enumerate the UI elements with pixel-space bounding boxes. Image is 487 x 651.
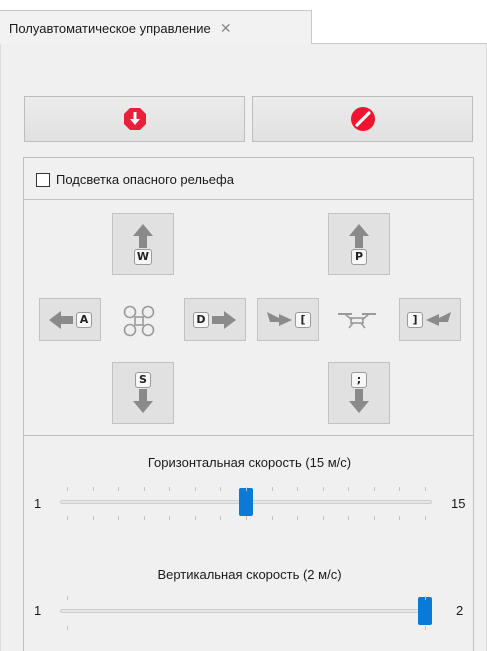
arrow-up-icon	[133, 224, 153, 248]
slider-tick	[118, 516, 119, 520]
key-p-label: P	[351, 249, 367, 265]
drone-side-icon	[338, 313, 376, 329]
slider-tick	[169, 487, 170, 491]
slider-tick	[348, 516, 349, 520]
rotate-right-button[interactable]: ]	[399, 298, 461, 341]
move-left-button[interactable]: A	[39, 298, 101, 341]
slider-tick	[374, 487, 375, 491]
slider-tick	[169, 516, 170, 520]
slider-tick	[195, 487, 196, 491]
terrain-highlight-label: Подсветка опасного рельефа	[56, 172, 234, 187]
key-s-label: S	[135, 372, 151, 388]
slider-tick	[425, 596, 426, 600]
descend-button[interactable]: ;	[328, 362, 390, 424]
move-back-button[interactable]: S	[112, 362, 174, 424]
slider-tick	[399, 487, 400, 491]
slider-tick	[246, 487, 247, 491]
slider-tick	[425, 516, 426, 520]
vertical-speed-max: 2	[456, 603, 464, 618]
horizontal-speed-max: 15	[451, 496, 466, 511]
rotate-left-button[interactable]: [	[257, 298, 319, 341]
horizontal-speed-title: Горизонтальная скорость (15 м/с)	[147, 455, 352, 470]
rotate-left-arrow-icon	[267, 311, 292, 326]
rotate-right-arrow-icon	[426, 311, 451, 326]
slider-tick	[425, 487, 426, 491]
move-right-button[interactable]: D	[184, 298, 246, 341]
direction-pad-section: W A D S P [] ;	[23, 199, 474, 436]
arrow-down-icon	[133, 389, 153, 413]
horizontal-speed-min: 1	[34, 496, 42, 511]
move-forward-button[interactable]: W	[112, 213, 174, 275]
terrain-highlight-toggle[interactable]: Подсветка опасного рельефа	[36, 172, 234, 187]
key-a-label: A	[76, 311, 92, 328]
tab-title: Полуавтоматическое управление	[9, 20, 211, 36]
slider-tick	[297, 516, 298, 520]
arrow-up-icon	[349, 224, 369, 248]
stop-hexagon-icon	[123, 108, 146, 130]
slider-tick	[220, 516, 221, 520]
slider-tick	[399, 516, 400, 520]
slider-tick	[323, 516, 324, 520]
drone-icon	[123, 305, 155, 337]
terrain-section: Подсветка опасного рельефа	[23, 157, 474, 200]
slider-tick	[348, 487, 349, 491]
slider-tick	[374, 516, 375, 520]
slider-tick	[272, 487, 273, 491]
key-right-bracket-label: ]	[407, 311, 423, 328]
slider-tick	[144, 516, 145, 520]
cancel-circle-icon	[350, 107, 375, 131]
cancel-mission-button[interactable]	[252, 96, 473, 142]
vertical-speed-title: Вертикальная скорость (2 м/с)	[157, 567, 342, 582]
terrain-highlight-checkbox[interactable]	[36, 172, 50, 187]
slider-tick	[195, 516, 196, 520]
slider-tick	[297, 487, 298, 491]
slider-tick	[220, 487, 221, 491]
arrow-down-icon	[349, 389, 369, 413]
slider-tick	[93, 516, 94, 520]
slider-tick	[67, 626, 68, 630]
slider-tick	[425, 626, 426, 630]
key-semicolon-label: ;	[351, 372, 367, 388]
horizontal-speed-thumb[interactable]	[239, 488, 253, 516]
arrow-left-icon	[49, 310, 73, 329]
slider-tick	[67, 516, 68, 520]
slider-tick	[246, 516, 247, 520]
close-icon[interactable]: ✕	[219, 21, 233, 35]
key-w-label: W	[133, 249, 153, 265]
emergency-stop-button[interactable]	[24, 96, 245, 142]
vertical-speed-slider[interactable]	[60, 584, 432, 644]
vertical-speed-min: 1	[34, 603, 42, 618]
ascend-button[interactable]: P	[328, 213, 390, 275]
horizontal-speed-slider[interactable]	[60, 476, 432, 536]
key-left-bracket-label: [	[295, 311, 311, 328]
speed-section: Горизонтальная скорость (15 м/с) 1 15 Ве…	[23, 435, 474, 651]
slider-tick	[67, 596, 68, 600]
slider-tick	[144, 487, 145, 491]
vertical-speed-track	[60, 609, 432, 613]
tab-strip: Полуавтоматическое управление ✕	[0, 0, 487, 45]
key-d-label: D	[193, 311, 209, 328]
slider-tick	[323, 487, 324, 491]
slider-tick	[93, 487, 94, 491]
slider-tick	[118, 487, 119, 491]
slider-tick	[67, 487, 68, 491]
tab-semi-auto-control[interactable]: Полуавтоматическое управление ✕	[0, 10, 312, 45]
slider-tick	[272, 516, 273, 520]
arrow-right-icon	[212, 310, 236, 329]
vertical-speed-thumb[interactable]	[418, 597, 432, 625]
